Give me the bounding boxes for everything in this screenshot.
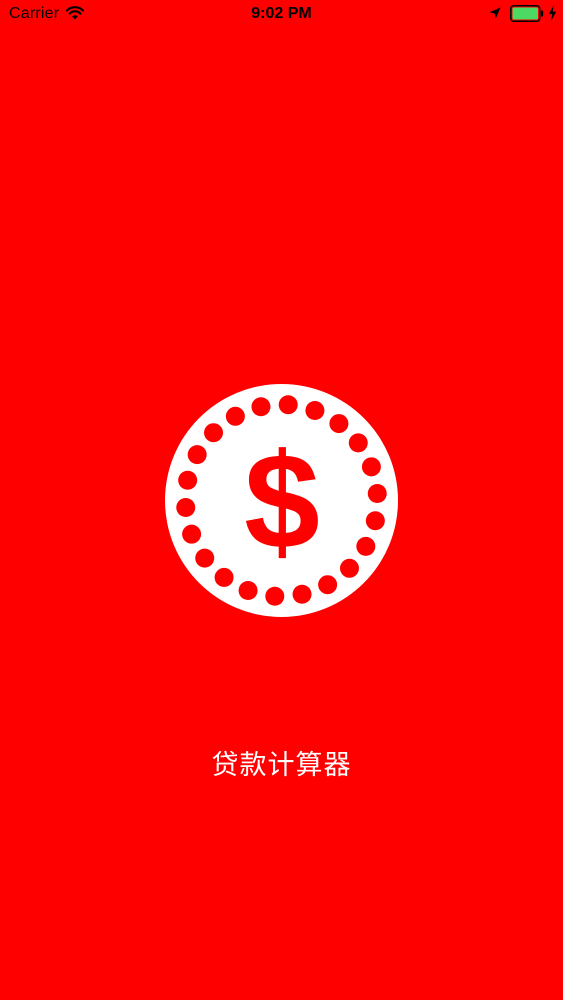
coin-dot bbox=[348, 433, 368, 453]
coin-dot bbox=[178, 470, 198, 490]
coin-dot bbox=[367, 484, 387, 504]
coin-dot bbox=[339, 558, 359, 578]
coin-dot bbox=[278, 395, 298, 415]
app-name: 贷款计算器 bbox=[211, 750, 352, 781]
coin-dot bbox=[204, 423, 224, 443]
coin-dot bbox=[238, 580, 258, 600]
dollar-coin-icon: $ bbox=[165, 384, 398, 617]
status-bar: Carrier 9:02 PM bbox=[0, 0, 563, 30]
charging-bolt-icon bbox=[548, 5, 557, 21]
coin-dot bbox=[251, 397, 271, 417]
coin-dot bbox=[365, 511, 385, 531]
coin-dot bbox=[176, 497, 196, 517]
coin-dot bbox=[305, 401, 325, 421]
status-time: 9:02 PM bbox=[251, 5, 312, 22]
coin-dot bbox=[356, 536, 376, 556]
coin-dot bbox=[292, 584, 312, 604]
coin-dot bbox=[318, 575, 338, 595]
battery-icon bbox=[510, 5, 544, 22]
coin-dot bbox=[182, 524, 202, 544]
coin-dot bbox=[329, 414, 349, 434]
coin-dot bbox=[214, 567, 234, 587]
location-arrow-icon bbox=[489, 7, 501, 19]
coin-dot bbox=[187, 445, 207, 465]
dollar-symbol: $ bbox=[244, 425, 320, 577]
splash-screen: Carrier 9:02 PM $ 贷款计算器 bbox=[0, 0, 563, 1000]
coin-dot bbox=[265, 586, 285, 606]
coin-dot bbox=[225, 406, 245, 426]
coin-dot bbox=[195, 548, 215, 568]
coin-dot bbox=[361, 457, 381, 477]
